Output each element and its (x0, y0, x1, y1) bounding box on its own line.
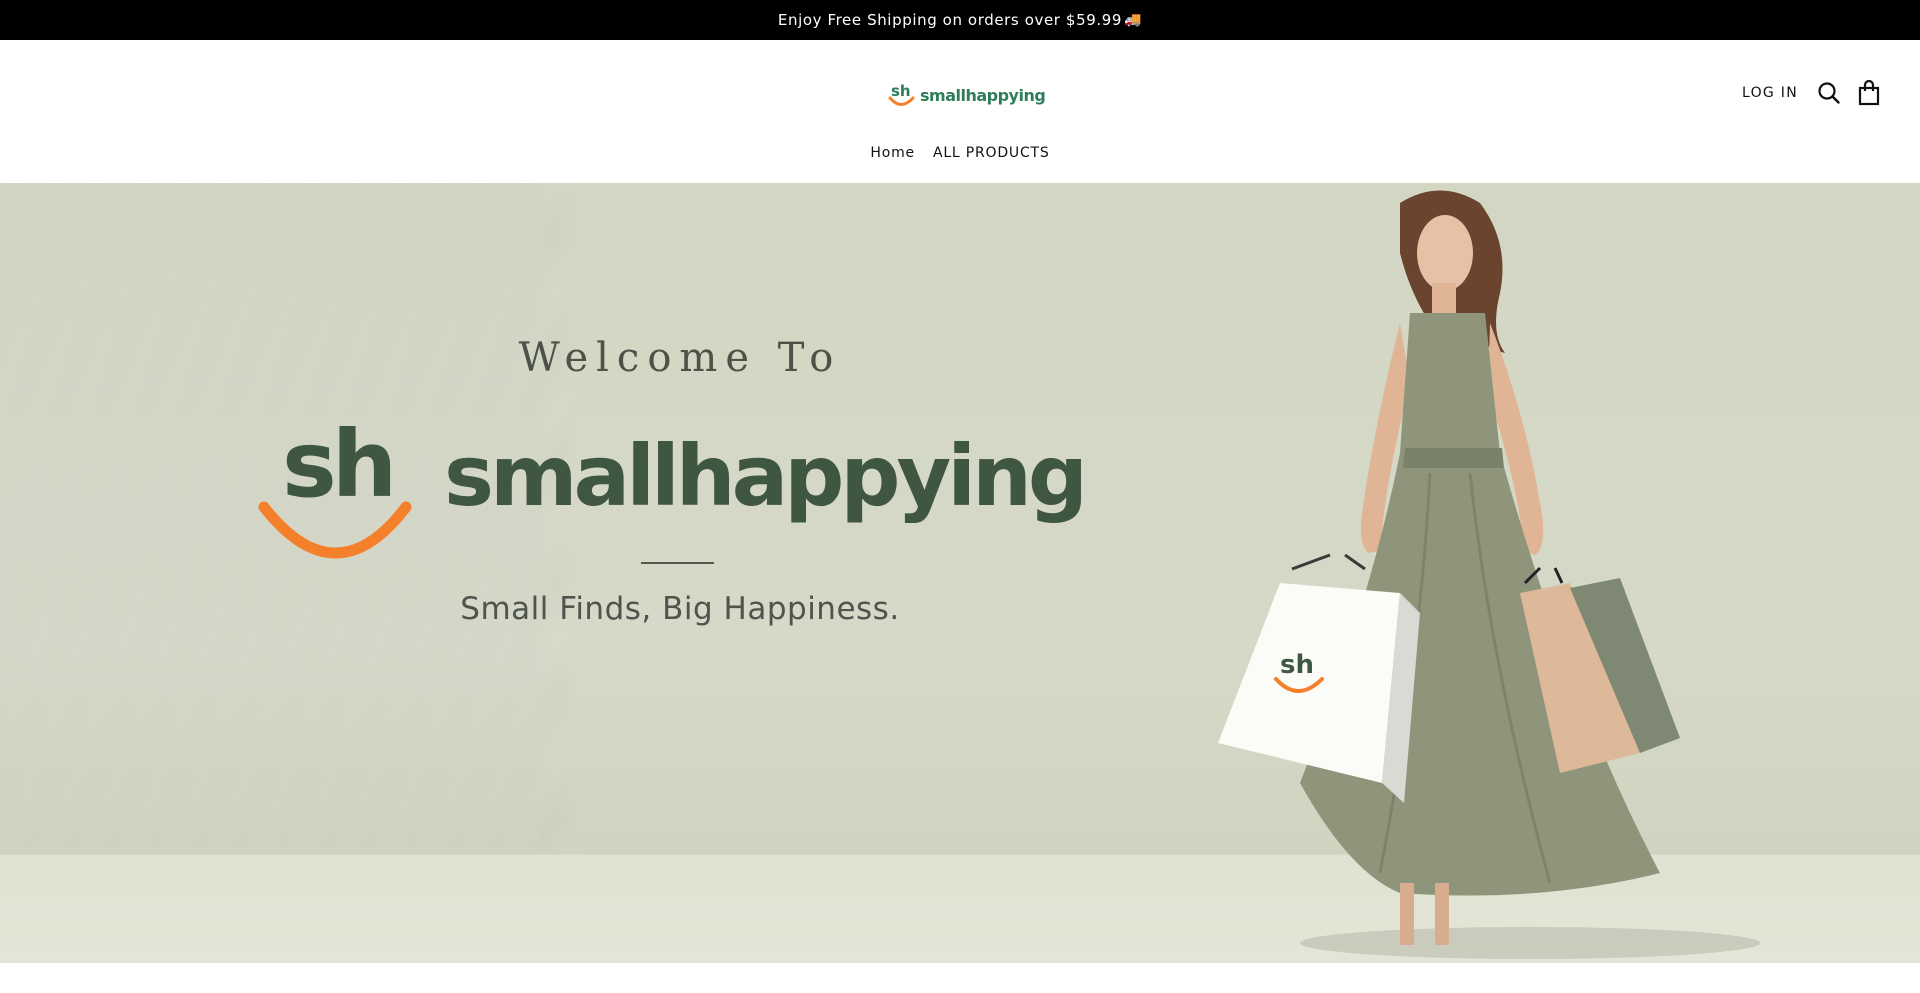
logo-mark-text: sh (891, 82, 911, 100)
site-logo[interactable]: sh smallhappying (888, 78, 1046, 112)
hero-model-image: sh (1218, 190, 1760, 959)
shopping-bag-icon[interactable] (1856, 79, 1882, 107)
announcement-bar: Enjoy Free Shipping on orders over $59.9… (0, 0, 1920, 40)
nav-item-home[interactable]: Home (870, 145, 915, 161)
hero-divider (641, 562, 714, 564)
header-actions: LOG IN (1742, 78, 1882, 108)
login-link[interactable]: LOG IN (1742, 85, 1798, 101)
logo-text: smallhappying (920, 85, 1046, 105)
main-nav: Home ALL PRODUCTS (0, 145, 1920, 161)
truck-icon: 🚚 (1124, 12, 1143, 28)
logo-mark-icon: sh (888, 79, 916, 111)
hero-banner[interactable]: Welcome To sh smallhappying Small Finds,… (0, 183, 1920, 963)
nav-item-all-products[interactable]: ALL PRODUCTS (933, 145, 1050, 161)
hero-welcome-text: Welcome To (518, 335, 842, 381)
bag-logo-mark-text: sh (1280, 650, 1314, 680)
announcement-text: Enjoy Free Shipping on orders over $59.9… (777, 11, 1123, 29)
hero-brand-name: smallhappying (444, 427, 1088, 525)
site-header: sh smallhappying LOG IN Home ALL PRODUCT… (0, 40, 1920, 183)
hero-tagline: Small Finds, Big Happiness. (460, 591, 900, 627)
smile-icon (258, 501, 412, 559)
search-icon[interactable] (1816, 79, 1842, 107)
hero-brand-logo: sh smallhappying (258, 411, 1118, 571)
